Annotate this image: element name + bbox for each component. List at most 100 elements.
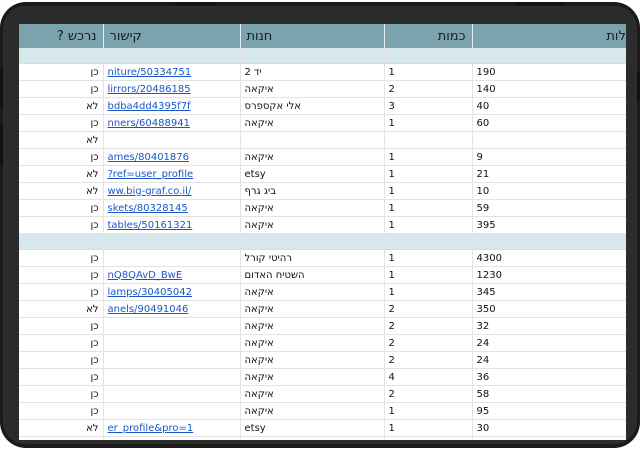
qty-cell[interactable]: 2 [383, 300, 472, 318]
qty-cell[interactable]: 1 [383, 199, 472, 217]
link-cell[interactable] [102, 131, 240, 149]
qty-cell[interactable]: 2 [383, 334, 472, 352]
bought-cell[interactable]: לא [19, 131, 103, 149]
qty-cell[interactable]: 1 [383, 165, 472, 183]
link-cell[interactable]: ?ref=user_profile [102, 165, 240, 183]
price-cell[interactable]: 190 [471, 63, 626, 81]
band-cell[interactable] [471, 233, 626, 250]
qty-cell[interactable]: 3 [383, 97, 472, 115]
price-cell[interactable] [471, 131, 626, 149]
bought-cell[interactable]: לא [19, 436, 103, 440]
link-cell[interactable]: er_profile&pro=1 [102, 419, 240, 437]
bought-cell[interactable]: כן [19, 351, 103, 369]
bought-cell[interactable]: כן [19, 317, 103, 335]
link-cell[interactable]: tables/50161321 [102, 216, 240, 234]
price-cell[interactable]: 58 [471, 385, 626, 403]
qty-cell[interactable]: 1 [383, 216, 472, 234]
band-cell[interactable] [239, 233, 384, 250]
price-cell[interactable]: 4300 [471, 249, 626, 267]
store-cell[interactable]: איקאה [239, 334, 384, 352]
link-cell[interactable]: bdba4dd4395f7f [102, 97, 240, 115]
bought-cell[interactable]: כן [19, 63, 103, 81]
store-cell[interactable]: השטיח האדום [239, 266, 384, 284]
band-cell[interactable] [383, 48, 472, 64]
band-cell[interactable] [471, 48, 626, 64]
store-cell[interactable] [239, 131, 384, 149]
qty-cell[interactable]: 2 [383, 385, 472, 403]
price-cell[interactable]: 345 [471, 283, 626, 301]
band-cell[interactable] [239, 48, 384, 64]
bought-cell[interactable]: כן [19, 402, 103, 420]
band-cell[interactable] [383, 233, 472, 250]
bought-cell[interactable]: כן [19, 114, 103, 132]
link-cell[interactable]: ames/80401876 [102, 148, 240, 166]
store-cell[interactable]: etsy [239, 165, 384, 183]
store-cell[interactable]: איקאה [239, 199, 384, 217]
bought-cell[interactable]: לא [19, 419, 103, 437]
header-qty[interactable]: כמות [383, 24, 472, 48]
bought-cell[interactable]: לא [19, 182, 103, 200]
header-link[interactable]: קישור [102, 24, 240, 48]
store-cell[interactable]: ביג גרף [239, 182, 384, 200]
bought-cell[interactable]: כן [19, 266, 103, 284]
bought-cell[interactable]: כן [19, 216, 103, 234]
price-cell[interactable]: 40 [471, 97, 626, 115]
price-cell[interactable]: 350 [471, 300, 626, 318]
store-cell[interactable]: איקאה [239, 283, 384, 301]
bought-cell[interactable]: כן [19, 199, 103, 217]
link-cell[interactable] [102, 249, 240, 267]
link-cell[interactable]: skets/80328145 [102, 199, 240, 217]
store-cell[interactable]: ביג גרף [239, 436, 384, 440]
header-bought[interactable]: נרכש ? [19, 24, 103, 48]
price-cell[interactable]: 30 [471, 419, 626, 437]
qty-cell[interactable]: 1 [383, 63, 472, 81]
store-cell[interactable]: איקאה [239, 317, 384, 335]
link-cell[interactable]: anels/90491046 [102, 300, 240, 318]
link-cell[interactable] [102, 402, 240, 420]
qty-cell[interactable]: 2 [383, 317, 472, 335]
store-cell[interactable]: איקאה [239, 148, 384, 166]
price-cell[interactable]: 9 [471, 148, 626, 166]
store-cell[interactable]: איקאה [239, 368, 384, 386]
qty-cell[interactable]: 1 [383, 402, 472, 420]
price-cell[interactable]: 140 [471, 80, 626, 98]
bought-cell[interactable]: כן [19, 385, 103, 403]
band-cell[interactable] [102, 233, 240, 250]
bought-cell[interactable]: כן [19, 80, 103, 98]
store-cell[interactable]: רהיטי קורל [239, 249, 384, 267]
link-cell[interactable] [102, 334, 240, 352]
qty-cell[interactable]: 1 [383, 148, 472, 166]
band-cell[interactable] [19, 48, 103, 64]
link-cell[interactable]: nners/60488941 [102, 114, 240, 132]
price-cell[interactable]: 32 [471, 317, 626, 335]
bought-cell[interactable]: כן [19, 249, 103, 267]
qty-cell[interactable] [383, 131, 472, 149]
price-cell[interactable]: 1230 [471, 266, 626, 284]
store-cell[interactable]: etsy [239, 419, 384, 437]
link-cell[interactable]: lamps/30405042 [102, 283, 240, 301]
price-cell[interactable]: 395 [471, 216, 626, 234]
qty-cell[interactable]: 1 [383, 114, 472, 132]
store-cell[interactable]: אלי אקספרס [239, 97, 384, 115]
link-cell[interactable]: lirrors/20486185 [102, 80, 240, 98]
store-cell[interactable]: איקאה [239, 402, 384, 420]
link-cell[interactable]: ww.big-graf.co.il/ [102, 182, 240, 200]
qty-cell[interactable]: 4 [383, 368, 472, 386]
link-cell[interactable] [102, 385, 240, 403]
qty-cell[interactable]: 1 [383, 419, 472, 437]
link-cell[interactable] [102, 317, 240, 335]
bought-cell[interactable]: לא [19, 165, 103, 183]
qty-cell[interactable]: 1 [383, 266, 472, 284]
header-store[interactable]: חנות [239, 24, 384, 48]
store-cell[interactable]: איקאה [239, 351, 384, 369]
price-cell[interactable]: 50 [471, 436, 626, 440]
store-cell[interactable]: יד 2 [239, 63, 384, 81]
bought-cell[interactable]: כן [19, 334, 103, 352]
link-cell[interactable]: nQ8QAvD_BwE [102, 266, 240, 284]
store-cell[interactable]: איקאה [239, 385, 384, 403]
qty-cell[interactable]: 1 [383, 249, 472, 267]
price-cell[interactable]: 21 [471, 165, 626, 183]
store-cell[interactable]: איקאה [239, 114, 384, 132]
store-cell[interactable]: איקאה [239, 300, 384, 318]
band-cell[interactable] [102, 48, 240, 64]
